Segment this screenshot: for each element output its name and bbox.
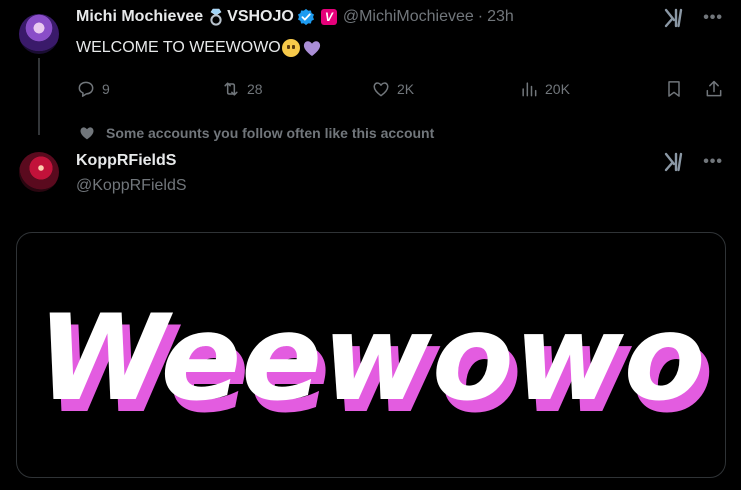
post-media-image[interactable]: Weewowo Weewowo [16, 232, 726, 478]
verified-badge-icon [297, 8, 315, 26]
post-text: WELCOME TO WEEWOWO [76, 38, 322, 58]
timestamp[interactable]: 23h [487, 7, 514, 27]
timeline: Michi Mochievee VSHOJO V @MichiMochievee… [0, 0, 741, 490]
logo-text: Weewowo [37, 290, 705, 428]
avatar[interactable] [19, 152, 59, 192]
reply-button[interactable]: 9 [76, 78, 110, 100]
reply-count: 9 [102, 81, 110, 97]
repost-icon [224, 82, 238, 96]
pleading-face-emoji [281, 39, 300, 57]
grok-icon[interactable] [663, 7, 685, 29]
handle[interactable]: @KoppRFieldS [76, 176, 187, 196]
repost-button[interactable]: 28 [221, 78, 263, 100]
weewowo-logo: Weewowo Weewowo [37, 290, 713, 440]
post-header: Michi Mochievee VSHOJO V @MichiMochievee… [76, 7, 514, 27]
grok-icon[interactable] [663, 151, 685, 173]
more-options-icon[interactable]: ••• [703, 8, 723, 28]
heart-filled-icon [80, 127, 94, 140]
display-name[interactable]: Michi Mochievee [76, 7, 203, 27]
reply-icon [78, 81, 94, 97]
social-context: Some accounts you follow often like this… [78, 124, 434, 142]
like-button[interactable]: 2K [371, 78, 414, 100]
more-options-icon[interactable]: ••• [703, 152, 723, 172]
purple-heart-emoji [302, 39, 322, 57]
post-text-content: WELCOME TO WEEWOWO [76, 39, 281, 56]
views-chart-icon [522, 82, 537, 97]
post-actions: 9 28 2K 20K [76, 78, 726, 100]
heart-icon [373, 82, 389, 97]
display-name[interactable]: KoppRFieldS [76, 151, 176, 171]
views-button[interactable]: 20K [519, 78, 570, 100]
thread-connector-line [38, 58, 40, 135]
affiliation-badge-icon[interactable]: V [320, 9, 337, 25]
social-context-text: Some accounts you follow often like this… [106, 125, 435, 141]
like-count: 2K [397, 81, 415, 97]
ring-icon [209, 8, 223, 26]
view-count: 20K [545, 81, 570, 97]
affiliation-name[interactable]: VSHOJO [227, 7, 294, 27]
share-icon [706, 80, 722, 97]
separator: · [477, 8, 484, 25]
handle[interactable]: @MichiMochievee [343, 7, 474, 27]
repost-count: 28 [247, 81, 263, 97]
post-top-actions: ••• [663, 151, 723, 173]
bookmark-button[interactable] [664, 78, 684, 100]
avatar[interactable] [19, 14, 59, 54]
post-top-actions: ••• [663, 7, 723, 29]
share-button[interactable] [704, 78, 724, 100]
bookmark-icon [668, 81, 680, 97]
